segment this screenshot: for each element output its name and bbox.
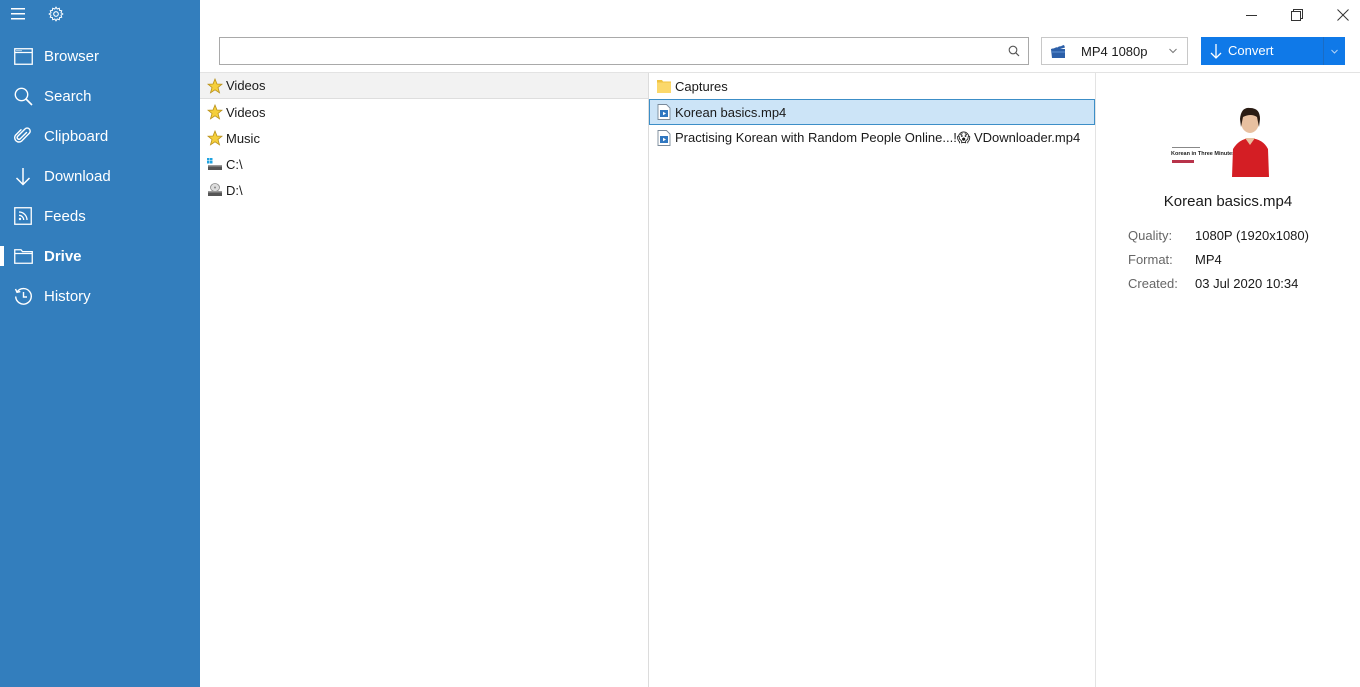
- sidebar-top: [0, 0, 200, 30]
- tree-item-label: C:\: [226, 156, 243, 172]
- minimize-button[interactable]: [1228, 0, 1274, 30]
- tree-item[interactable]: C:\: [200, 151, 648, 177]
- video-file-icon: [657, 130, 671, 146]
- clapperboard-icon: [1051, 44, 1065, 58]
- sidebar-item-drive[interactable]: Drive: [0, 236, 200, 276]
- property-value: 03 Jul 2020 10:34: [1195, 276, 1299, 291]
- download-arrow-icon: [1210, 44, 1222, 59]
- sidebar-item-label: Browser: [44, 47, 100, 65]
- paperclip-icon: [13, 126, 33, 146]
- video-file-icon: [657, 104, 671, 120]
- sidebar-item-label: Download: [44, 167, 111, 185]
- chevron-down-icon: [1169, 48, 1177, 54]
- tree-item[interactable]: Videos: [200, 73, 648, 99]
- format-selected: MP4 1080p: [1081, 44, 1148, 59]
- history-clock-icon: [13, 286, 33, 306]
- convert-label: Convert: [1228, 43, 1274, 58]
- search-icon[interactable]: [1008, 45, 1020, 57]
- close-button[interactable]: [1320, 0, 1360, 30]
- details-panel: Korean in Three Minutes Korean basics.mp…: [1096, 73, 1360, 687]
- convert-button[interactable]: Convert: [1201, 37, 1345, 65]
- tree-item-label: Music: [226, 130, 260, 146]
- sidebar-item-search[interactable]: Search: [0, 76, 200, 116]
- sidebar-item-label: Feeds: [44, 207, 86, 225]
- close-icon: [1337, 9, 1349, 21]
- folder-icon: [13, 246, 33, 266]
- file-item-label: Captures: [675, 78, 728, 94]
- folder-icon: [657, 80, 671, 93]
- download-arrow-icon: [13, 166, 33, 186]
- property-label: Format:: [1128, 252, 1173, 267]
- system-drive-icon: [207, 158, 222, 170]
- file-item[interactable]: Korean basics.mp4: [649, 99, 1095, 125]
- star-icon: [207, 104, 223, 120]
- tree-item-label: Videos: [226, 78, 266, 93]
- file-item-label: Korean basics.mp4: [675, 104, 787, 120]
- tree-item[interactable]: Music: [200, 125, 648, 151]
- search-box: [219, 37, 1029, 65]
- minimize-icon: [1245, 14, 1257, 16]
- sidebar-item-label: Search: [44, 87, 92, 105]
- file-item-label: Practising Korean with Random People Onl…: [675, 130, 1081, 145]
- rss-feed-icon: [13, 206, 33, 226]
- thumbnail-caption: Korean in Three Minutes: [1171, 151, 1235, 157]
- property-label: Created:: [1128, 276, 1178, 291]
- property-value: MP4: [1195, 252, 1222, 267]
- sidebar-item-feeds[interactable]: Feeds: [0, 196, 200, 236]
- video-thumbnail: Korean in Three Minutes: [1169, 105, 1293, 177]
- file-item[interactable]: Captures: [649, 73, 1095, 99]
- location-tree: Videos Videos Music C:\ D:\: [200, 73, 648, 687]
- restore-icon: [1291, 9, 1303, 21]
- tree-item[interactable]: D:\: [200, 177, 648, 203]
- star-icon: [207, 130, 223, 146]
- search-icon: [13, 86, 33, 106]
- convert-options-dropdown[interactable]: [1324, 37, 1345, 65]
- details-title: Korean basics.mp4: [1163, 193, 1293, 210]
- property-value: 1080P (1920x1080): [1195, 228, 1309, 243]
- disc-drive-icon: [208, 183, 222, 196]
- search-input[interactable]: [220, 38, 1000, 64]
- hamburger-menu-icon[interactable]: [11, 7, 25, 21]
- sidebar-item-label: History: [44, 287, 91, 305]
- browser-window-icon: [13, 46, 33, 66]
- file-list: Captures Korean basics.mp4 Practising Ko…: [649, 73, 1095, 687]
- sidebar-item-label: Clipboard: [44, 127, 109, 145]
- gear-icon[interactable]: [48, 6, 64, 22]
- sidebar: Browser Search Clipboard Download Feeds …: [0, 0, 200, 687]
- sidebar-item-download[interactable]: Download: [0, 156, 200, 196]
- property-label: Quality:: [1128, 228, 1173, 243]
- restore-button[interactable]: [1274, 0, 1320, 30]
- sidebar-item-clipboard[interactable]: Clipboard: [0, 116, 200, 156]
- star-icon: [207, 77, 223, 94]
- tree-item-label: D:\: [226, 182, 243, 198]
- tree-item[interactable]: Videos: [200, 99, 648, 125]
- sidebar-item-label: Drive: [44, 247, 82, 265]
- sidebar-item-history[interactable]: History: [0, 276, 200, 316]
- tree-item-label: Videos: [226, 104, 266, 120]
- sidebar-item-browser[interactable]: Browser: [0, 36, 200, 76]
- format-dropdown[interactable]: MP4 1080p: [1041, 37, 1188, 65]
- file-item[interactable]: Practising Korean with Random People Onl…: [649, 125, 1095, 151]
- app-window: Browser Search Clipboard Download Feeds …: [0, 0, 1360, 687]
- chevron-down-icon: [1331, 49, 1338, 54]
